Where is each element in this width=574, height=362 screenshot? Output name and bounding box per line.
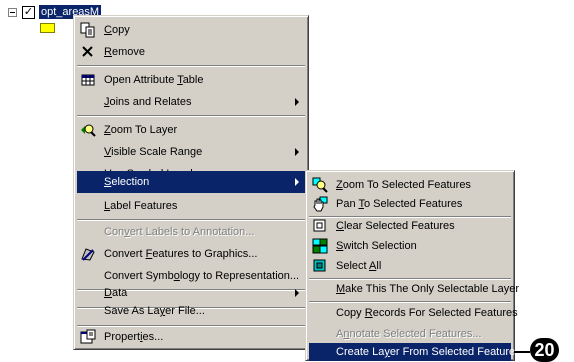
submenu-item-label: Clear Selected Features <box>336 220 455 232</box>
menu-item-copy[interactable]: Copy <box>77 19 305 41</box>
switch-selection-icon <box>312 238 328 254</box>
collapse-icon[interactable] <box>8 8 17 17</box>
menu-item-joins-and-relates[interactable]: Joins and Relates <box>77 91 305 113</box>
menu-item-label: Open Attribute Table <box>104 74 204 86</box>
submenu-item-label: Select All <box>336 260 382 272</box>
submenu-item-clear-selected-features[interactable]: Clear Selected Features <box>309 215 511 237</box>
zoom-to-layer-icon <box>80 122 96 138</box>
submenu-item-pan-to-selected-features[interactable]: Pan To Selected Features <box>309 193 511 215</box>
submenu-item-annotate-selected-features: Annotate Selected Features... <box>309 323 511 345</box>
properties-icon <box>80 329 96 345</box>
menu-item-label: Convert Labels to Annotation... <box>104 226 255 238</box>
copy-icon <box>80 22 96 38</box>
convert-graphics-icon <box>80 246 96 262</box>
select-all-icon <box>312 258 328 274</box>
submenu-arrow-icon <box>295 178 299 186</box>
menu-item-visible-scale-range[interactable]: Visible Scale Range <box>77 141 305 163</box>
layer-context-menu: Copy Remove Open Attribute Table Joins a… <box>73 15 309 350</box>
submenu-item-label: Annotate Selected Features... <box>336 328 482 340</box>
submenu-arrow-icon <box>295 289 299 297</box>
submenu-item-select-all[interactable]: Select All <box>309 255 511 277</box>
submenu-item-label: Create Layer From Selected Features <box>336 346 521 358</box>
menu-item-selection[interactable]: Selection <box>77 171 305 193</box>
menu-item-label: Properties... <box>104 331 164 343</box>
pan-hand-icon <box>312 196 328 212</box>
menu-item-label: Joins and Relates <box>104 96 192 108</box>
menu-item-convert-features-to-graphics[interactable]: Convert Features to Graphics... <box>77 243 305 265</box>
submenu-arrow-icon <box>295 98 299 106</box>
submenu-item-create-layer-from-selected[interactable]: Create Layer From Selected Features <box>309 343 521 361</box>
callout-leader-line <box>514 351 530 353</box>
menu-item-zoom-to-layer[interactable]: Zoom To Layer <box>77 119 305 141</box>
step-number-badge: 20 <box>530 338 559 362</box>
menu-item-label: Remove <box>104 46 145 58</box>
selection-submenu: Zoom To Selected Features Pan To Selecte… <box>305 170 521 361</box>
submenu-arrow-icon <box>295 148 299 156</box>
zoom-selected-icon <box>312 177 328 193</box>
submenu-item-label: Copy Records For Selected Features <box>336 307 518 319</box>
submenu-item-label: Make This The Only Selectable Layer <box>336 283 520 295</box>
clear-selection-icon <box>312 218 328 234</box>
menu-item-label: Label Features <box>104 200 178 212</box>
menu-item-convert-labels-to-annotation: Convert Labels to Annotation... <box>77 221 305 243</box>
menu-item-open-attribute-table[interactable]: Open Attribute Table <box>77 69 305 91</box>
menu-separator <box>77 115 305 117</box>
menu-item-label: Zoom To Layer <box>104 124 178 136</box>
submenu-item-make-only-selectable-layer[interactable]: Make This The Only Selectable Layer <box>309 278 519 300</box>
menu-item-label: Convert Features to Graphics... <box>104 248 258 260</box>
submenu-item-switch-selection[interactable]: Switch Selection <box>309 235 511 257</box>
menu-item-save-as-layer-file[interactable]: Save As Layer File... <box>77 300 305 322</box>
menu-item-properties[interactable]: Properties... <box>77 326 305 348</box>
layer-symbol-swatch <box>40 23 55 33</box>
menu-item-label: Selection <box>104 176 150 188</box>
menu-item-label: Copy <box>104 24 130 36</box>
menu-item-label: Visible Scale Range <box>104 146 203 158</box>
submenu-item-copy-records[interactable]: Copy Records For Selected Features <box>309 302 518 324</box>
menu-separator <box>77 65 305 67</box>
submenu-item-label: Pan To Selected Features <box>336 198 463 210</box>
menu-item-remove[interactable]: Remove <box>77 41 305 63</box>
menu-item-label-features[interactable]: Label Features <box>77 195 305 217</box>
submenu-item-label: Switch Selection <box>336 240 417 252</box>
menu-item-label: Save As Layer File... <box>104 305 205 317</box>
layer-visibility-checkbox[interactable]: ✓ <box>22 6 35 19</box>
table-icon <box>80 72 96 88</box>
remove-icon <box>80 44 96 60</box>
